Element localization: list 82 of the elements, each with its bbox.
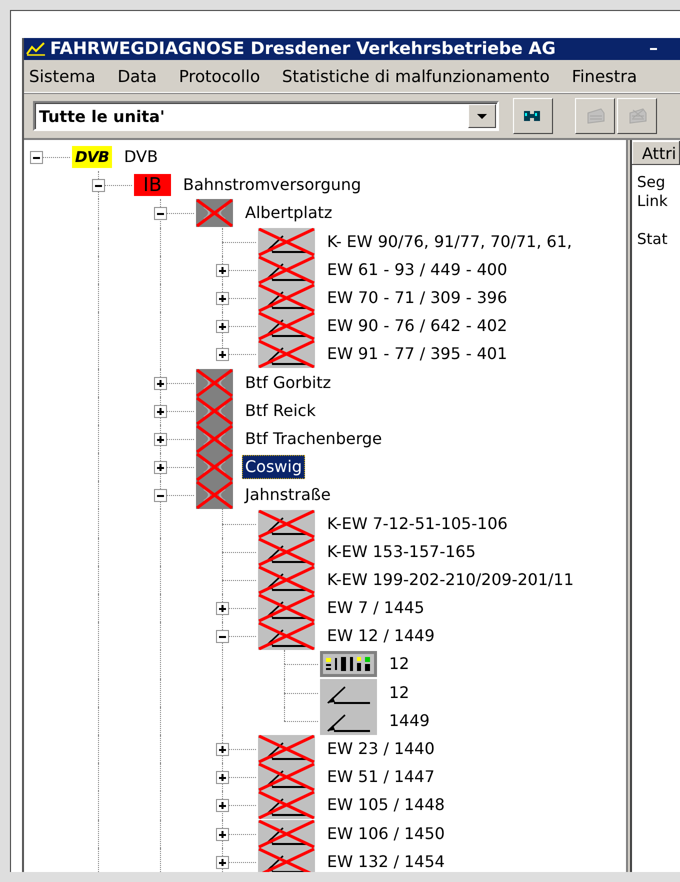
tree-item[interactable]: K-EW 199-202-210/209-201/11 <box>324 568 577 592</box>
tree-item[interactable]: EW 132 / 1454 <box>324 850 448 872</box>
app-icon <box>26 40 46 58</box>
plus-icon <box>219 266 226 274</box>
tree-item[interactable]: EW 61 - 93 / 449 - 400 <box>324 258 510 282</box>
tree-item[interactable]: Btf Gorbitz <box>242 370 334 395</box>
tree-item[interactable]: K-EW 153-157-165 <box>324 540 479 564</box>
attribute-label: Seg <box>637 173 666 191</box>
collapse-button[interactable] <box>92 179 105 192</box>
expand-button[interactable] <box>154 461 167 474</box>
expand-button[interactable] <box>216 856 229 869</box>
minus-icon <box>157 492 164 500</box>
tree-item[interactable]: DVB <box>121 145 161 170</box>
plus-icon <box>219 323 226 330</box>
expand-button[interactable] <box>216 743 229 756</box>
expand-button[interactable] <box>216 799 229 812</box>
tree-item[interactable]: Coswig <box>242 455 305 480</box>
tree-item[interactable]: EW 105 / 1448 <box>324 793 448 818</box>
tree-item[interactable]: Jahnstraße <box>242 483 334 508</box>
plus-icon <box>219 351 226 358</box>
plus-icon <box>219 605 226 612</box>
printer-icon <box>627 107 647 125</box>
plus-icon <box>157 380 164 387</box>
expand-button[interactable] <box>216 320 229 334</box>
minus-icon <box>219 633 226 640</box>
menu-item[interactable]: Protocollo <box>178 66 260 86</box>
attribute-label: Link <box>637 192 668 210</box>
logo: DVB <box>72 146 112 168</box>
tree-item[interactable]: EW 70 - 71 / 309 - 396 <box>324 286 510 310</box>
plus-icon <box>219 774 226 782</box>
tree-item[interactable]: EW 7 / 1445 <box>324 596 428 620</box>
expand-button[interactable] <box>216 292 229 306</box>
plus-icon <box>219 858 226 866</box>
tree-item[interactable]: 1449 <box>386 708 433 733</box>
expand-button[interactable] <box>216 602 229 616</box>
tree-item[interactable]: Bahnstromversorgung <box>180 173 364 198</box>
find-button[interactable] <box>513 98 553 134</box>
minus-icon <box>33 154 40 162</box>
tree-item[interactable]: Albertplatz <box>242 201 336 226</box>
window-title: FAHRWEGDIAGNOSE Dresdener Verkehrsbetriebe AG <box>50 39 557 59</box>
tree-item[interactable]: 12 <box>386 680 412 705</box>
menu-item[interactable]: Finestra <box>572 66 638 86</box>
tree-item[interactable]: 12 <box>386 652 412 676</box>
expand-button[interactable] <box>216 828 229 841</box>
tree-item[interactable]: EW 106 / 1450 <box>324 822 448 846</box>
expand-button[interactable] <box>154 404 167 418</box>
plus-icon <box>219 295 226 302</box>
plus-icon <box>157 464 164 472</box>
printer-icon <box>585 107 605 125</box>
expand-button[interactable] <box>154 376 167 390</box>
tree-item[interactable]: EW 51 / 1447 <box>324 765 438 790</box>
collapse-button[interactable] <box>30 151 43 164</box>
tree-item[interactable]: EW 90 - 76 / 642 - 402 <box>324 314 510 338</box>
tree-item[interactable]: Btf Trachenberge <box>242 426 385 451</box>
plus-icon <box>219 830 226 838</box>
collapse-button[interactable] <box>154 207 167 220</box>
menu-item[interactable]: Data <box>117 66 157 86</box>
tree-item[interactable]: K- EW 90/76, 91/77, 70/71, 61, <box>324 230 575 254</box>
tree-item[interactable]: EW 91 - 77 / 395 - 401 <box>324 342 510 366</box>
caret-icon <box>477 114 487 118</box>
menu-item[interactable]: Statistiche di malfunzionamento <box>282 66 550 86</box>
collapse-button[interactable] <box>154 489 167 502</box>
category-tag: IB <box>134 174 171 196</box>
filter-dropdown[interactable]: Tutte le unita' <box>33 101 499 131</box>
expand-button[interactable] <box>216 771 229 784</box>
menu-item[interactable]: Sistema <box>29 66 96 86</box>
column-header[interactable]: Attri <box>632 141 680 165</box>
expand-button[interactable] <box>154 432 167 446</box>
minus-icon <box>95 182 102 190</box>
plus-icon <box>157 408 164 415</box>
tree-item[interactable]: K-EW 7-12-51-105-106 <box>324 512 511 536</box>
expand-button[interactable] <box>216 264 229 277</box>
tree-item[interactable]: EW 23 / 1440 <box>324 737 438 762</box>
plus-icon <box>219 746 226 754</box>
expand-button[interactable] <box>216 348 229 362</box>
collapse-button[interactable] <box>216 630 229 644</box>
minus-icon <box>157 210 164 218</box>
attribute-label: Stat <box>637 230 668 248</box>
plus-icon <box>157 436 164 443</box>
tree-item[interactable]: EW 12 / 1449 <box>324 624 438 648</box>
tree-item[interactable]: Btf Reick <box>242 398 319 423</box>
plus-icon <box>219 802 226 810</box>
